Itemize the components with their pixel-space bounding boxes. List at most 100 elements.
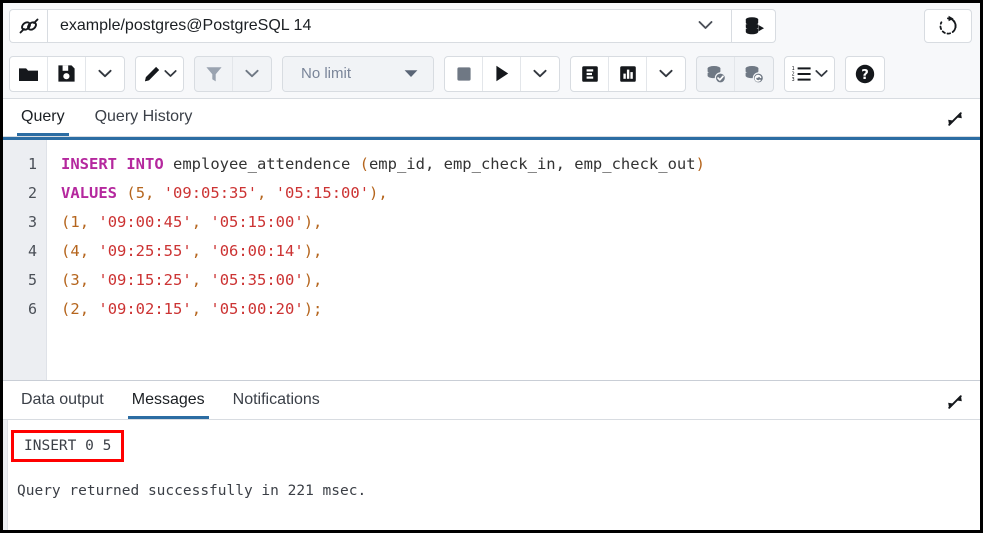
- code-line[interactable]: INSERT INTO employee_attendence (emp_id,…: [61, 150, 980, 179]
- code-token-pun: (: [61, 271, 70, 289]
- execute-group: [444, 56, 560, 92]
- connection-value: example/postgres@PostgreSQL 14: [60, 17, 692, 35]
- transaction-group: [696, 56, 774, 92]
- code-token-pun: ,: [192, 242, 211, 260]
- code-token-kw: VALUES: [61, 184, 117, 202]
- line-number: 6: [3, 295, 46, 324]
- tab-notifications[interactable]: Notifications: [229, 391, 324, 419]
- messages-gap: [3, 462, 980, 480]
- sql-editor[interactable]: 123456 INSERT INTO employee_attendence (…: [3, 137, 980, 380]
- explain-dropdown-caret[interactable]: [647, 57, 685, 91]
- code-line[interactable]: VALUES (5, '09:05:35', '05:15:00'),: [61, 179, 980, 208]
- explain-group: [570, 56, 686, 92]
- play-execute-icon[interactable]: [483, 57, 521, 91]
- line-number: 1: [3, 150, 46, 179]
- rollback-undo-icon[interactable]: [735, 57, 773, 91]
- chevron-down-icon: [245, 69, 259, 78]
- row-limit-label: No limit: [301, 65, 351, 82]
- code-token-idn: [117, 184, 126, 202]
- code-token-pun: ): [696, 155, 705, 173]
- database-execute-button[interactable]: [732, 9, 776, 43]
- chevron-down-icon: [533, 69, 547, 78]
- code-token-pun: ,: [192, 300, 211, 318]
- save-file-icon[interactable]: [48, 57, 86, 91]
- tab-data-output-label: Data output: [21, 391, 104, 408]
- code-line[interactable]: (4, '09:25:55', '06:00:14'),: [61, 237, 980, 266]
- code-token-idn: employee_attendence: [164, 155, 360, 173]
- line-number: 2: [3, 179, 46, 208]
- pencil-edit-icon[interactable]: [136, 57, 183, 91]
- code-token-pun: ,: [192, 271, 211, 289]
- code-line[interactable]: (3, '09:15:25', '05:35:00'),: [61, 266, 980, 295]
- code-token-str: '06:00:14': [210, 242, 303, 260]
- connection-select[interactable]: example/postgres@PostgreSQL 14: [47, 9, 732, 43]
- code-token-str: '05:00:20': [210, 300, 303, 318]
- code-line[interactable]: (2, '09:02:15', '05:00:20');: [61, 295, 980, 324]
- open-file-icon[interactable]: [10, 57, 48, 91]
- chevron-down-icon[interactable]: [692, 17, 723, 35]
- code-token-str: '05:15:00': [276, 184, 369, 202]
- row-limit-select[interactable]: No limit: [283, 57, 433, 91]
- commit-check-icon[interactable]: [697, 57, 735, 91]
- sql-code-area[interactable]: INSERT INTO employee_attendence (emp_id,…: [47, 140, 980, 380]
- expand-diagonal-icon[interactable]: [940, 108, 970, 136]
- code-token-num: 4: [70, 242, 79, 260]
- filter-dropdown-caret[interactable]: [233, 57, 271, 91]
- save-dropdown-caret[interactable]: [86, 57, 124, 91]
- code-token-pun: ,: [80, 271, 99, 289]
- chevron-down-icon: [815, 69, 828, 78]
- explain-e-icon[interactable]: [571, 57, 609, 91]
- svg-text:3: 3: [792, 77, 795, 83]
- code-token-pun: ,: [192, 213, 211, 231]
- triangle-down-icon: [403, 65, 419, 83]
- code-token-str: '09:15:25': [98, 271, 191, 289]
- help-question-icon[interactable]: ?: [846, 57, 884, 91]
- tab-query-history[interactable]: Query History: [91, 108, 197, 136]
- filter-funnel-icon[interactable]: [195, 57, 233, 91]
- code-token-pun: ,: [145, 184, 164, 202]
- tab-messages[interactable]: Messages: [128, 391, 209, 419]
- chevron-down-icon: [659, 69, 673, 78]
- connection-link-icon[interactable]: [9, 9, 47, 43]
- code-token-pun: ),: [304, 213, 323, 231]
- code-token-pun: ,: [80, 300, 99, 318]
- code-token-str: '09:25:55': [98, 242, 191, 260]
- tab-data-output[interactable]: Data output: [17, 391, 108, 419]
- macros-group: 1 2 3: [784, 56, 835, 92]
- expand-diagonal-icon[interactable]: [940, 391, 970, 419]
- row-limit-group: No limit: [282, 56, 434, 92]
- svg-text:?: ?: [861, 68, 869, 83]
- explain-analyze-chart-icon[interactable]: [609, 57, 647, 91]
- macros-list-icon[interactable]: 1 2 3: [785, 57, 834, 91]
- code-token-pun: (: [360, 155, 369, 173]
- code-token-pun: ),: [369, 184, 388, 202]
- code-token-str: '09:02:15': [98, 300, 191, 318]
- line-number: 4: [3, 237, 46, 266]
- messages-fill: [3, 502, 980, 530]
- reset-rotate-button[interactable]: [924, 9, 972, 43]
- chevron-down-icon: [164, 69, 177, 78]
- tab-query-label: Query: [21, 108, 65, 125]
- code-token-num: 2: [70, 300, 79, 318]
- query-toolbar: No limit: [3, 49, 980, 99]
- stop-square-icon[interactable]: [445, 57, 483, 91]
- execute-dropdown-caret[interactable]: [521, 57, 559, 91]
- code-token-num: 5: [136, 184, 145, 202]
- tab-query[interactable]: Query: [17, 108, 69, 136]
- code-token-pun: ,: [80, 242, 99, 260]
- code-token-pun: (: [61, 213, 70, 231]
- code-token-pun: ,: [257, 184, 276, 202]
- code-token-str: '05:35:00': [210, 271, 303, 289]
- code-token-pun: ),: [304, 242, 323, 260]
- output-tab-strip: Data output Messages Notifications: [3, 380, 980, 420]
- code-token-pun: (: [61, 242, 70, 260]
- tab-query-history-label: Query History: [95, 108, 193, 125]
- code-token-kw: INSERT INTO: [61, 155, 164, 173]
- code-token-str: '05:15:00': [210, 213, 303, 231]
- messages-left-rail: [3, 420, 8, 530]
- query-status-message: Query returned successfully in 221 msec.: [3, 480, 980, 502]
- code-token-str: '09:00:45': [98, 213, 191, 231]
- code-line[interactable]: (1, '09:00:45', '05:15:00'),: [61, 208, 980, 237]
- code-token-num: 3: [70, 271, 79, 289]
- code-token-pun: );: [304, 300, 323, 318]
